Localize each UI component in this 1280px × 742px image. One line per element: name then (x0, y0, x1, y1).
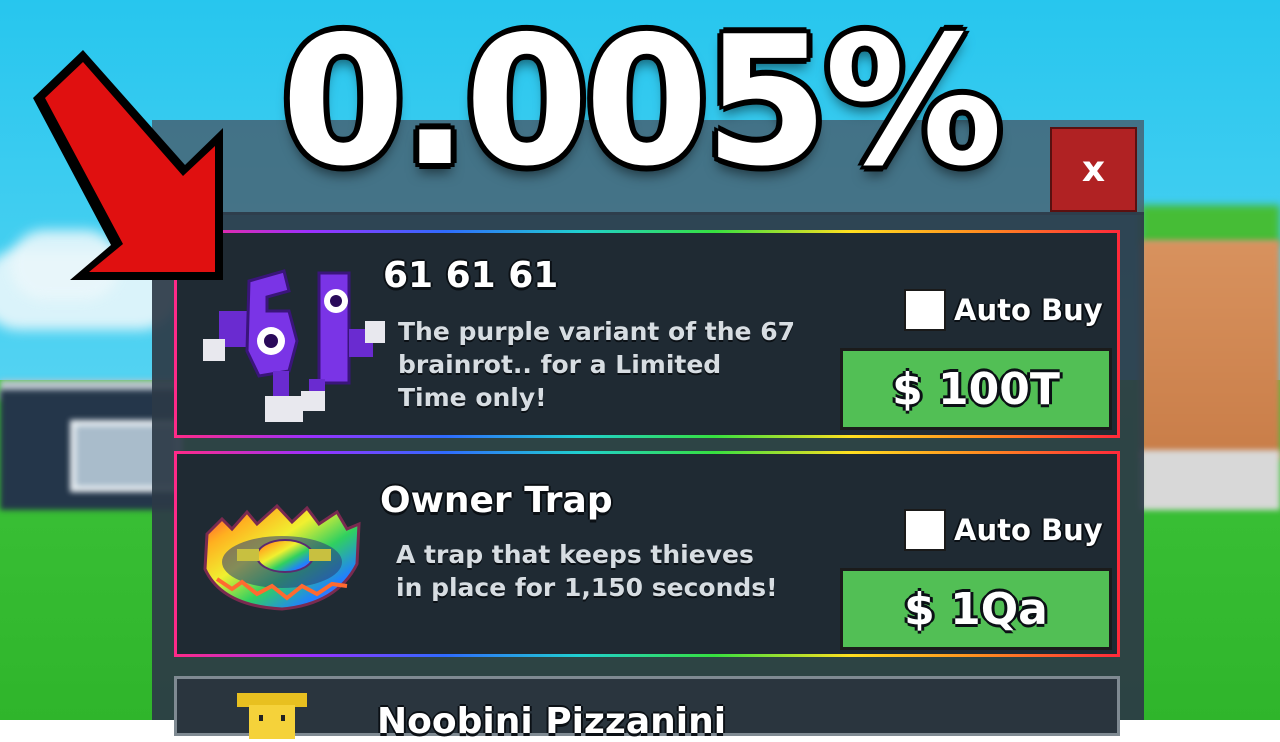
headline-percentage: 0.005% (281, 0, 1002, 205)
item-name: 61 61 61 (383, 255, 559, 296)
description-line: in place for 1,150 seconds! (396, 573, 778, 602)
grey-wall (1140, 450, 1280, 510)
shop-item-card: Owner Trap A trap that keeps thieves in … (174, 451, 1120, 657)
item-description: A trap that keeps thieves in place for 1… (396, 538, 778, 604)
description-line: brainrot.. for a Limited (398, 350, 722, 379)
red-arrow-icon (33, 50, 223, 280)
description-line: Time only! (398, 383, 547, 412)
description-line: A trap that keeps thieves (396, 540, 754, 569)
item-name: Owner Trap (380, 480, 613, 521)
item-description: The purple variant of the 67 brainrot.. … (398, 315, 795, 414)
rainbow-bear-trap-icon (203, 503, 361, 611)
buy-button[interactable]: $ 1Qa (840, 568, 1112, 650)
auto-buy-checkbox[interactable] (904, 509, 946, 551)
auto-buy-label: Auto Buy (954, 513, 1103, 547)
auto-buy-checkbox[interactable] (904, 289, 946, 331)
shop-item-card: 61 61 61 The purple variant of the 67 br… (174, 230, 1120, 438)
shop-item-card: Noobini Pizzanini (174, 676, 1120, 742)
auto-buy-toggle[interactable]: Auto Buy (904, 289, 1103, 331)
hill (1140, 205, 1280, 245)
auto-buy-label: Auto Buy (954, 293, 1103, 327)
yellow-noob-icon (237, 693, 307, 739)
item-name: Noobini Pizzanini (377, 701, 727, 742)
auto-buy-toggle[interactable]: Auto Buy (904, 509, 1103, 551)
orange-wall (1140, 240, 1280, 460)
close-button[interactable]: x (1050, 127, 1137, 212)
description-line: The purple variant of the 67 (398, 317, 795, 346)
buy-button[interactable]: $ 100T (840, 348, 1112, 430)
